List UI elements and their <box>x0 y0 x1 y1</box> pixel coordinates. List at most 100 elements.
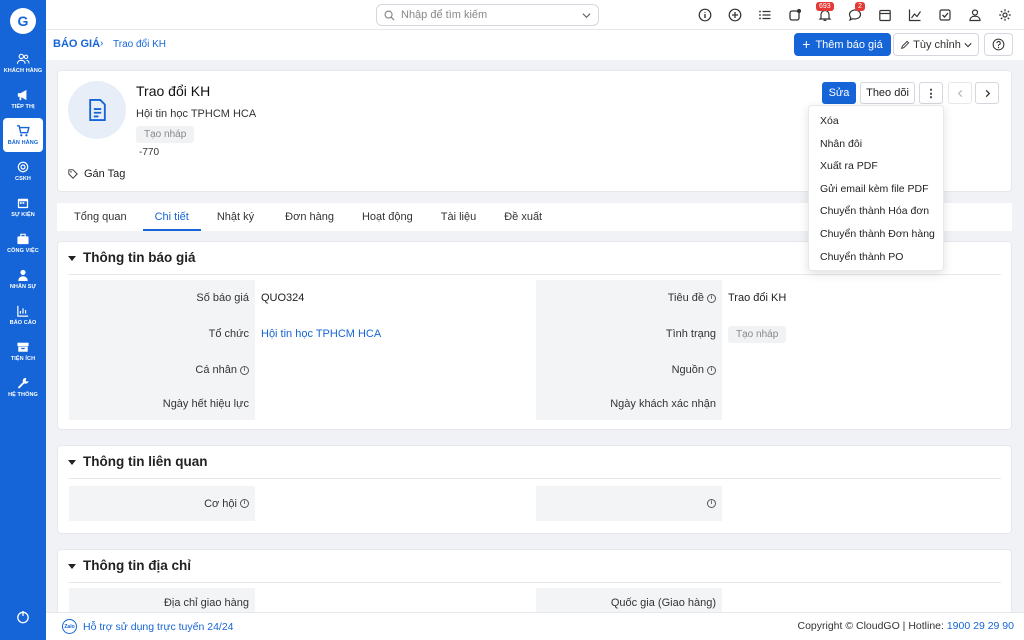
more-options-menu: Xóa Nhân đôi Xuất ra PDF Gửi email kèm f… <box>808 105 944 271</box>
tab-orders[interactable]: Đơn hàng <box>273 203 346 231</box>
sidebar-item-utilities[interactable]: TIỆN ÍCH <box>3 334 43 368</box>
document-icon <box>88 99 106 121</box>
address-info-section: Thông tin địa chỉ Địa chỉ giao hàng Quốc… <box>57 549 1012 619</box>
edit-button[interactable]: Sửa <box>822 82 856 104</box>
help-button[interactable] <box>984 33 1013 56</box>
top-bar: Nhập để tìm kiếm 693 2 <box>46 0 1024 30</box>
sidebar-item-tasks[interactable]: CÔNG VIỆC <box>3 226 43 260</box>
customize-button[interactable]: Tùy chỉnh <box>893 33 979 56</box>
breadcrumb-current: Trao đổi KH <box>113 39 166 50</box>
tab-proposals[interactable]: Đề xuất <box>492 203 554 231</box>
quote-info-header[interactable]: Thông tin báo giá <box>68 250 195 265</box>
customer-confirm-date-value[interactable] <box>728 388 988 420</box>
support-link[interactable]: Hỗ trợ sử dụng trực tuyến 24/24 <box>83 621 234 633</box>
info-icon: i <box>240 499 249 508</box>
opportunity-value[interactable] <box>261 486 521 521</box>
info-icon[interactable] <box>690 0 720 30</box>
assign-tag-button[interactable]: Gán Tag <box>68 168 125 180</box>
assign-tag-label: Gán Tag <box>84 168 126 180</box>
previous-record-button[interactable] <box>948 82 972 104</box>
expiry-date-value[interactable] <box>261 388 521 420</box>
status-badge: Tạo nháp <box>136 126 195 143</box>
caret-down-icon <box>68 459 76 465</box>
users-icon <box>16 53 30 65</box>
app-logo[interactable]: G <box>10 8 36 34</box>
chevron-right-icon <box>985 89 990 97</box>
gear-icon[interactable] <box>990 0 1020 30</box>
tab-log[interactable]: Nhật ký <box>205 203 266 231</box>
divider <box>68 274 1001 275</box>
menu-item-convert-invoice[interactable]: Chuyển thành Hóa đơn <box>809 200 943 223</box>
organization-label-text: Tổ chức <box>208 328 249 340</box>
user-icon[interactable] <box>960 0 990 30</box>
follow-button[interactable]: Theo dõi <box>860 82 915 104</box>
checkbox-icon[interactable] <box>930 0 960 30</box>
lifebuoy-icon <box>16 161 30 173</box>
breadcrumb-module[interactable]: BÁO GIÁ <box>53 38 100 50</box>
copyright-text: Copyright © CloudGO | Hotline: 1900 29 2… <box>797 620 1014 632</box>
add-circle-icon[interactable] <box>720 0 750 30</box>
tab-activities[interactable]: Hoạt động <box>350 203 425 231</box>
menu-item-export-pdf[interactable]: Xuất ra PDF <box>809 155 943 178</box>
individual-value[interactable] <box>261 352 521 388</box>
organization-label: Tổ chức <box>69 316 255 352</box>
source-label: Nguồn i <box>536 352 722 388</box>
menu-item-duplicate[interactable]: Nhân đôi <box>809 133 943 156</box>
sidebar-item-label: CSKH <box>15 175 31 182</box>
sidebar-item-label: NHÂN SỰ <box>9 283 37 290</box>
menu-item-convert-po[interactable]: Chuyển thành PO <box>809 246 943 269</box>
tab-documents[interactable]: Tài liệu <box>429 203 488 231</box>
related-empty-label: i <box>536 486 722 521</box>
expiry-date-label-text: Ngày hết hiệu lực <box>162 398 249 410</box>
sidebar-item-marketing[interactable]: TIẾP THỊ <box>3 82 43 116</box>
plus-icon: + <box>802 36 811 52</box>
logout-icon[interactable] <box>16 610 30 624</box>
sidebar-item-system[interactable]: HỆ THỐNG <box>3 370 43 404</box>
search-input[interactable]: Nhập để tìm kiếm <box>376 4 599 26</box>
sidebar-item-hr[interactable]: NHÂN SỰ <box>3 262 43 296</box>
next-record-button[interactable] <box>975 82 999 104</box>
sidebar-item-label: SỰ KIỆN <box>11 211 35 218</box>
person-icon <box>16 269 30 281</box>
title-value[interactable]: Trao đổi KH <box>728 280 786 316</box>
sidebar-item-customer-care[interactable]: CSKH <box>3 154 43 188</box>
chart-line-icon[interactable] <box>900 0 930 30</box>
caret-down-icon <box>68 255 76 261</box>
related-info-header[interactable]: Thông tin liên quan <box>68 454 207 469</box>
zalo-icon[interactable]: Zalo <box>62 619 77 634</box>
bell-icon[interactable]: 693 <box>810 0 840 30</box>
menu-item-email-pdf[interactable]: Gửi email kèm file PDF <box>809 178 943 201</box>
sidebar-item-events[interactable]: SỰ KIỆN <box>3 190 43 224</box>
quote-number-label-text: Số báo giá <box>196 292 249 304</box>
expiry-date-label: Ngày hết hiệu lực <box>69 388 255 420</box>
organization-link[interactable]: Hội tin học TPHCM HCA <box>261 316 381 352</box>
menu-item-convert-order[interactable]: Chuyển thành Đơn hàng <box>809 223 943 246</box>
calendar-icon[interactable] <box>870 0 900 30</box>
opportunity-label: Cơ hội i <box>69 486 255 521</box>
address-info-header[interactable]: Thông tin địa chỉ <box>68 558 191 573</box>
chevron-left-icon <box>957 89 962 97</box>
hotline-number[interactable]: 1900 29 29 90 <box>947 620 1014 632</box>
more-options-button[interactable]: ⋮ <box>919 82 943 104</box>
related-empty-value[interactable] <box>728 486 988 521</box>
sidebar-item-reports[interactable]: BÁO CÁO <box>3 298 43 332</box>
chat-icon[interactable]: 2 <box>840 0 870 30</box>
source-value[interactable] <box>728 352 988 388</box>
record-avatar <box>68 81 126 139</box>
list-icon[interactable] <box>750 0 780 30</box>
tab-details[interactable]: Chi tiết <box>142 203 201 231</box>
quote-number-value[interactable]: QUO324 <box>261 280 304 316</box>
sidebar-item-label: KHÁCH HÀNG <box>3 67 43 74</box>
tab-overview[interactable]: Tổng quan <box>62 203 139 231</box>
add-quote-button[interactable]: + Thêm báo giá <box>794 33 891 56</box>
status-value[interactable]: Tạo nháp <box>728 316 787 352</box>
caret-down-icon <box>68 563 76 569</box>
source-label-text: Nguồn <box>671 364 704 376</box>
sidebar-item-label: TIẾP THỊ <box>11 103 35 110</box>
task-icon[interactable] <box>780 0 810 30</box>
sidebar-item-sales[interactable]: BÁN HÀNG <box>3 118 43 152</box>
sidebar-item-customers[interactable]: KHÁCH HÀNG <box>3 46 43 80</box>
help-icon <box>992 38 1005 51</box>
address-info-title: Thông tin địa chỉ <box>83 558 191 573</box>
menu-item-delete[interactable]: Xóa <box>809 110 943 133</box>
